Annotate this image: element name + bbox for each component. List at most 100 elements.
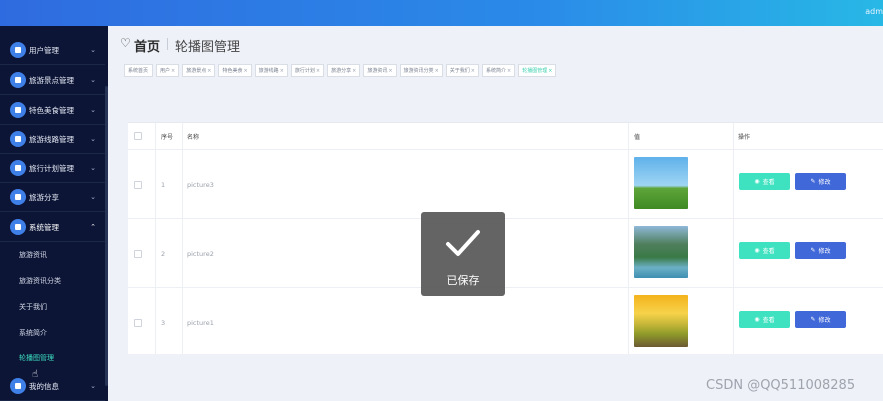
chevron-down-icon: ⌄ bbox=[90, 46, 96, 54]
sidebar-item-label: 用户管理 bbox=[29, 45, 59, 55]
header-value: 值 bbox=[634, 133, 641, 141]
header-name: 名称 bbox=[187, 133, 200, 141]
sidebar: 用户管理 ⌄ 旅游景点管理 ⌄ 特色美食管理 ⌄ 旅游线路管理 ⌄ 旅行计划管理… bbox=[0, 26, 108, 401]
row-select[interactable] bbox=[134, 150, 142, 219]
sidebar-item-label: 旅游分享 bbox=[29, 192, 59, 202]
chevron-down-icon: ⌄ bbox=[90, 164, 96, 172]
sidebar-scrollbar[interactable] bbox=[105, 86, 108, 386]
breadcrumb-home[interactable]: 首页 bbox=[134, 36, 160, 55]
close-icon[interactable]: × bbox=[548, 68, 552, 74]
page-title: 轮播图管理 bbox=[175, 40, 241, 55]
header-select-all[interactable] bbox=[134, 123, 142, 149]
header-actions: 操作 bbox=[738, 133, 751, 141]
row-thumbnail bbox=[634, 295, 688, 347]
tag-attractions[interactable]: 旅游景点 × bbox=[182, 64, 216, 77]
checkbox[interactable] bbox=[134, 180, 142, 189]
row-select[interactable] bbox=[134, 288, 142, 357]
sidebar-item-routes[interactable]: 旅游线路管理 ⌄ bbox=[0, 125, 105, 154]
tag-news-category[interactable]: 旅游资讯分类 × bbox=[399, 64, 443, 77]
edit-button[interactable]: ✎ 修改 bbox=[795, 311, 846, 328]
row-name: picture1 bbox=[187, 318, 214, 327]
row-thumbnail bbox=[634, 226, 688, 278]
tag-label: 系统首页 bbox=[128, 68, 149, 74]
gear-icon bbox=[10, 219, 26, 235]
close-icon[interactable]: × bbox=[435, 68, 439, 74]
sidebar-subitem-label: 旅游资讯 bbox=[19, 251, 47, 259]
edit-icon: ✎ bbox=[810, 178, 816, 185]
view-button-label: 查看 bbox=[762, 179, 775, 186]
edit-button[interactable]: ✎ 修改 bbox=[795, 173, 846, 190]
checkbox[interactable] bbox=[134, 318, 142, 327]
view-button[interactable]: ◉ 查看 bbox=[739, 173, 790, 190]
grid-icon bbox=[10, 72, 26, 88]
sidebar-subitem-label: 关于我们 bbox=[19, 303, 47, 311]
sidebar-subitem-news-category[interactable]: 旅游资讯分类 bbox=[0, 269, 105, 293]
tag-food[interactable]: 特色美食 × bbox=[218, 64, 252, 77]
tag-intro[interactable]: 系统简介 × bbox=[481, 64, 516, 77]
eye-icon: ◉ bbox=[754, 178, 760, 185]
sidebar-item-label: 系统管理 bbox=[29, 222, 59, 232]
header-index: 序号 bbox=[161, 133, 174, 141]
view-button[interactable]: ◉ 查看 bbox=[739, 242, 790, 259]
table-row: 3 picture1 ◉ 查看 ✎ 修改 bbox=[128, 287, 883, 356]
home-icon[interactable]: ♡ bbox=[120, 36, 131, 50]
eye-icon: ◉ bbox=[754, 247, 760, 254]
tag-home[interactable]: 系统首页 bbox=[124, 64, 154, 77]
chevron-up-icon: ⌃ bbox=[90, 223, 96, 231]
tag-label: 旅游景点 bbox=[186, 68, 207, 74]
view-button-label: 查看 bbox=[762, 248, 775, 255]
sidebar-subitem-about[interactable]: 关于我们 bbox=[0, 295, 105, 319]
breadcrumb-divider bbox=[167, 38, 168, 50]
close-icon[interactable]: × bbox=[388, 68, 392, 74]
tag-plans[interactable]: 旅行计划 × bbox=[290, 64, 325, 77]
row-index: 3 bbox=[161, 318, 166, 327]
edit-button-label: 修改 bbox=[818, 179, 831, 186]
view-button[interactable]: ◉ 查看 bbox=[739, 311, 790, 328]
close-icon[interactable]: × bbox=[507, 68, 511, 74]
tag-label: 特色美食 bbox=[222, 68, 243, 74]
sidebar-subitem-label: 系统简介 bbox=[19, 329, 47, 337]
checkmark-icon bbox=[446, 230, 480, 256]
checkbox[interactable] bbox=[134, 132, 142, 140]
tag-news[interactable]: 旅游资讯 × bbox=[363, 64, 397, 77]
close-icon[interactable]: × bbox=[171, 68, 175, 74]
row-select[interactable] bbox=[134, 219, 142, 288]
sidebar-subitem-news[interactable]: 旅游资讯 bbox=[0, 243, 105, 267]
close-icon[interactable]: × bbox=[243, 68, 247, 74]
close-icon[interactable]: × bbox=[316, 68, 320, 74]
sidebar-item-my-info[interactable]: 我的信息 ⌄ bbox=[0, 372, 105, 401]
sidebar-item-share[interactable]: 旅游分享 ⌄ bbox=[0, 183, 105, 212]
sidebar-item-plans[interactable]: 旅行计划管理 ⌄ bbox=[0, 154, 105, 183]
table-row: 2 picture2 ◉ 查看 ✎ 修改 bbox=[128, 218, 883, 287]
sidebar-item-system[interactable]: 系统管理 ⌃ bbox=[0, 213, 105, 242]
sidebar-subitem-intro[interactable]: 系统简介 bbox=[0, 321, 105, 345]
close-icon[interactable]: × bbox=[352, 68, 356, 74]
watermark: CSDN @QQ511008285 bbox=[706, 378, 856, 393]
close-icon[interactable]: × bbox=[471, 68, 475, 74]
eye-icon: ◉ bbox=[754, 316, 760, 323]
user-name[interactable]: adm bbox=[865, 7, 883, 16]
sidebar-item-attractions[interactable]: 旅游景点管理 ⌄ bbox=[0, 66, 105, 95]
sidebar-item-users[interactable]: 用户管理 ⌄ bbox=[0, 36, 105, 65]
page-header: ♡ 首页 轮播图管理 bbox=[108, 26, 883, 62]
sidebar-subitem-carousel[interactable]: 轮播图管理 bbox=[0, 346, 105, 370]
edit-button[interactable]: ✎ 修改 bbox=[795, 242, 846, 259]
tag-share[interactable]: 旅游分享 × bbox=[327, 64, 361, 77]
tag-label: 用户 bbox=[160, 68, 171, 74]
tag-users[interactable]: 用户 × bbox=[156, 64, 180, 77]
close-icon[interactable]: × bbox=[207, 68, 211, 74]
grid-icon bbox=[10, 102, 26, 118]
tag-routes[interactable]: 旅游线路 × bbox=[254, 64, 288, 77]
sidebar-item-food[interactable]: 特色美食管理 ⌄ bbox=[0, 96, 105, 125]
sidebar-item-label: 旅游线路管理 bbox=[29, 134, 74, 144]
close-icon[interactable]: × bbox=[280, 68, 284, 74]
saved-toast: 已保存 bbox=[421, 212, 505, 296]
tag-label: 旅行计划 bbox=[294, 68, 315, 74]
mouse-cursor-icon: ☝ bbox=[32, 369, 39, 380]
tag-label: 关于我们 bbox=[449, 68, 470, 74]
toast-message: 已保存 bbox=[446, 274, 480, 287]
card-icon bbox=[10, 378, 26, 394]
tag-carousel[interactable]: 轮播图管理 × bbox=[518, 64, 557, 77]
tag-about[interactable]: 关于我们 × bbox=[445, 64, 479, 77]
checkbox[interactable] bbox=[134, 249, 142, 258]
